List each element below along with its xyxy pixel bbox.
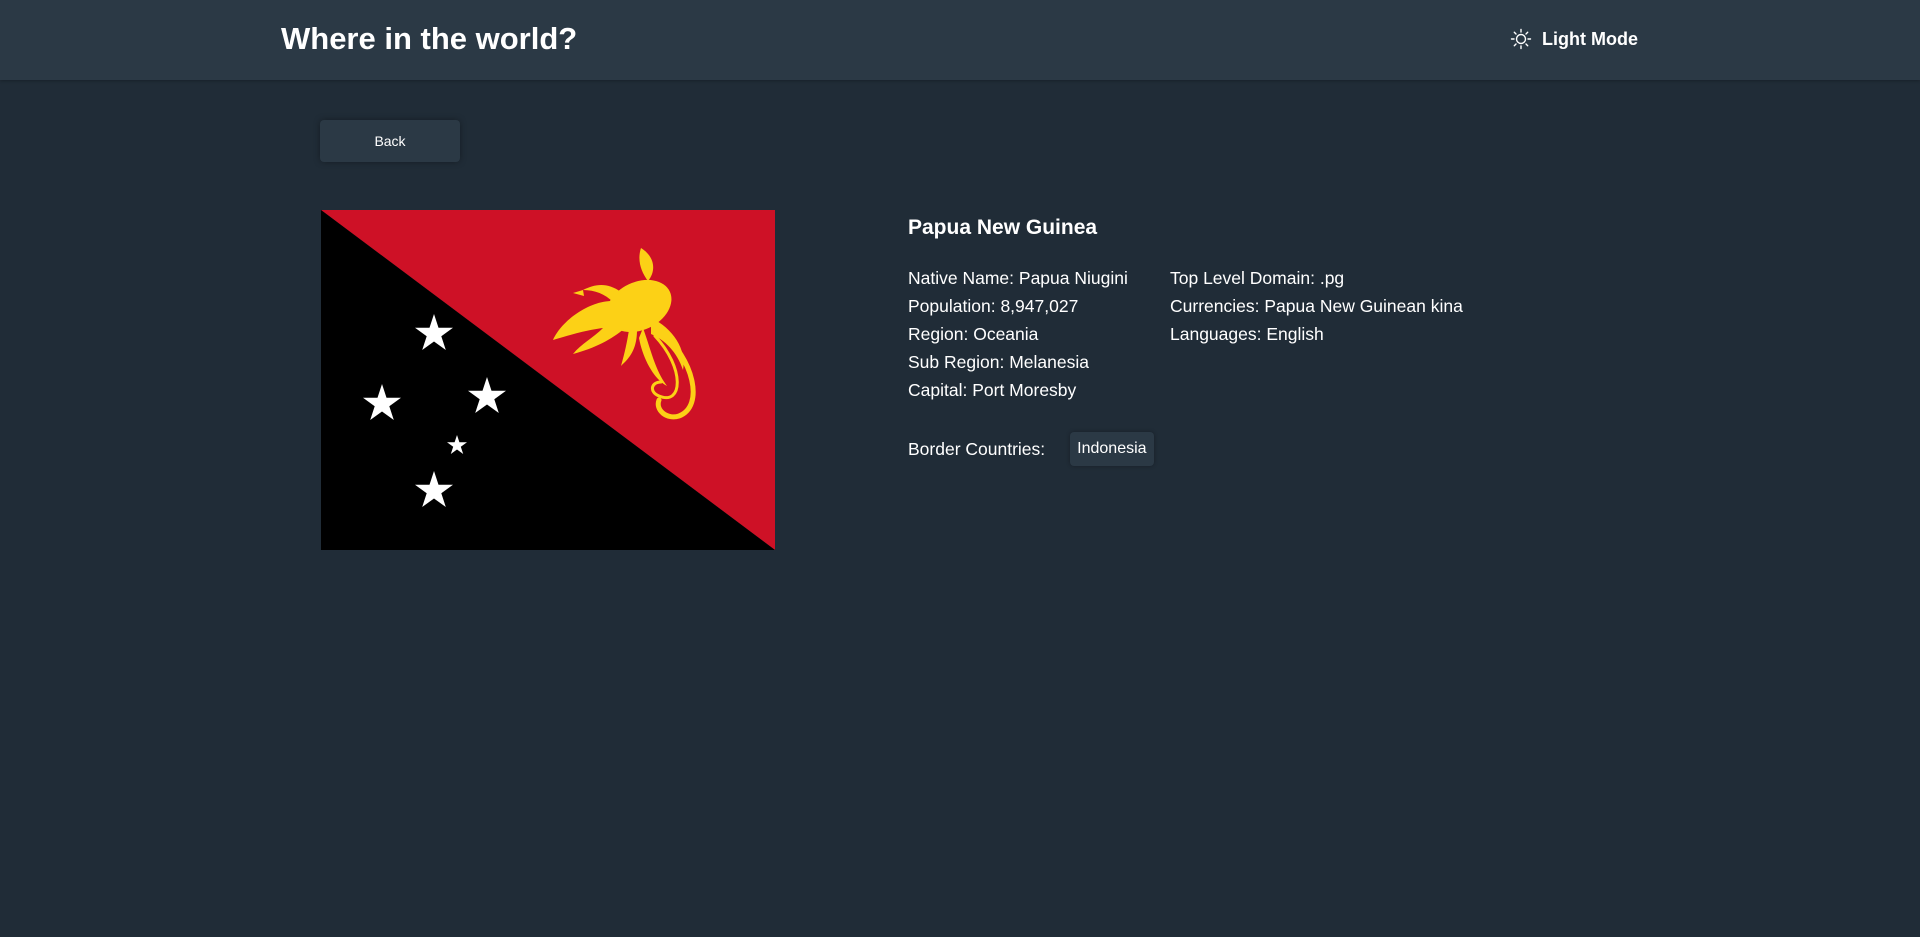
country-name: Papua New Guinea: [908, 216, 1098, 239]
languages-row: Languages: English: [1170, 320, 1463, 348]
population-label: Population:: [908, 296, 996, 316]
site-header: Where in the world? Light Mode: [0, 0, 1920, 80]
capital-row: Capital: Port Moresby: [908, 376, 1128, 404]
native-name-row: Native Name: Papua Niugini: [908, 264, 1128, 292]
papua-new-guinea-flag: [321, 210, 775, 550]
native-name-value: Papua Niugini: [1018, 268, 1128, 288]
details-left-column: Native Name: Papua Niugini Population: 8…: [908, 264, 1128, 404]
sub-region-value: Melanesia: [1009, 352, 1089, 372]
languages-value: English: [1266, 324, 1324, 344]
sub-region-row: Sub Region: Melanesia: [908, 348, 1128, 376]
sun-icon: [1510, 28, 1532, 50]
details-right-column: Top Level Domain: .pg Currencies: Papua …: [1170, 264, 1463, 348]
theme-toggle-label: Light Mode: [1542, 28, 1638, 49]
capital-value: Port Moresby: [972, 380, 1077, 400]
top-level-domain-value: .pg: [1319, 268, 1345, 288]
top-level-domain-label: Top Level Domain:: [1170, 268, 1315, 288]
population-row: Population: 8,947,027: [908, 292, 1128, 320]
region-row: Region: Oceania: [908, 320, 1128, 348]
border-countries: Border Countries: Indonesia: [908, 432, 1154, 466]
sub-region-label: Sub Region:: [908, 352, 1005, 372]
currencies-label: Currencies:: [1170, 296, 1260, 316]
native-name-label: Native Name:: [908, 268, 1015, 288]
theme-toggle-button[interactable]: Light Mode: [1510, 26, 1638, 52]
border-country-chip[interactable]: Indonesia: [1070, 432, 1154, 466]
back-button[interactable]: Back: [320, 120, 460, 162]
currencies-row: Currencies: Papua New Guinean kina: [1170, 292, 1463, 320]
region-value: Oceania: [973, 324, 1039, 344]
currencies-value: Papua New Guinean kina: [1264, 296, 1463, 316]
population-value: 8,947,027: [1000, 296, 1079, 316]
capital-label: Capital:: [908, 380, 968, 400]
app-title: Where in the world?: [281, 21, 578, 56]
languages-label: Languages:: [1170, 324, 1262, 344]
border-countries-label: Border Countries:: [908, 438, 1046, 459]
region-label: Region:: [908, 324, 969, 344]
top-level-domain-row: Top Level Domain: .pg: [1170, 264, 1463, 292]
